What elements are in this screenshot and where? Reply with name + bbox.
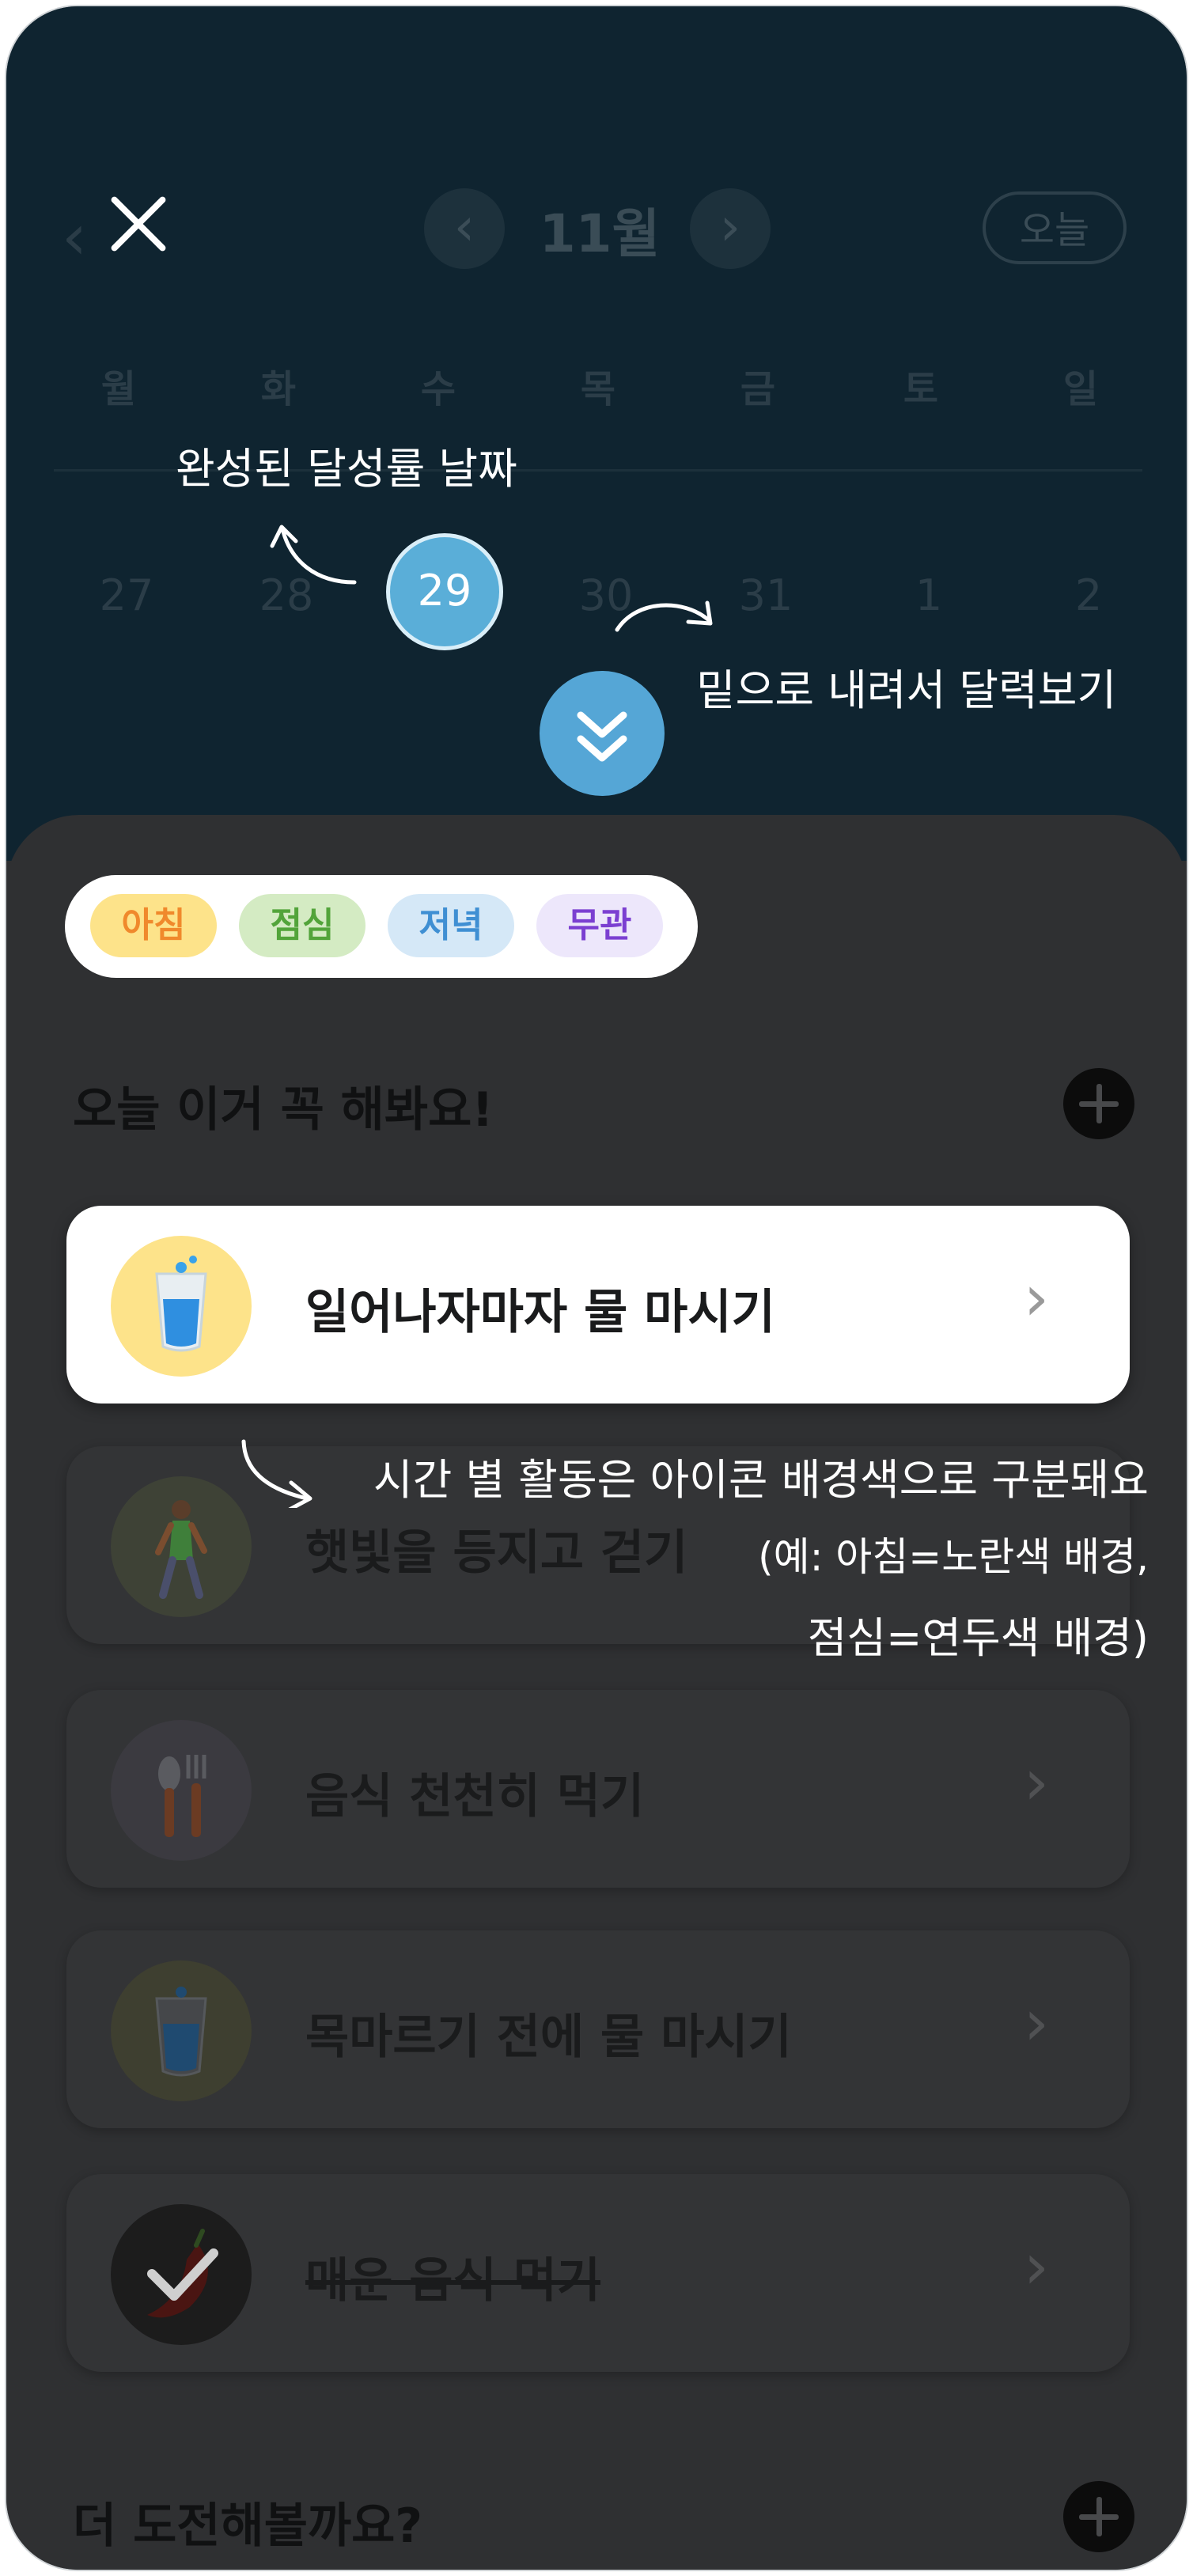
annotation-time-colors: 시간 별 활동은 아이콘 배경색으로 구분돼요 <box>373 1455 1149 1505</box>
annotation-arrow-icon <box>241 1439 312 1508</box>
water-glass-icon <box>111 1960 252 2101</box>
chevron-right-icon: › <box>1024 2229 1049 2303</box>
weekday-label: 일 <box>1062 367 1099 411</box>
weekday-label: 수 <box>420 367 456 411</box>
task-card[interactable]: 일어나자마자 물 마시기 › <box>66 1206 1130 1404</box>
annotation-time-colors: (예: 아침=노란색 배경, <box>758 1534 1149 1580</box>
section-title-more: 더 도전해볼까요? <box>73 2498 423 2554</box>
water-glass-icon <box>111 1236 252 1377</box>
annotation-time-colors: 점심=연두색 배경) <box>807 1613 1149 1663</box>
chevron-right-icon: › <box>1024 1261 1049 1335</box>
task-card[interactable]: 음식 천천히 먹기 › <box>66 1690 1130 1888</box>
filter-chip-lunch[interactable]: 점심 <box>239 894 365 957</box>
phone-screen: ‹ ‹ 11월 › 오늘 월 화 수 목 금 토 일 27 28 29 30 3… <box>5 5 1188 2571</box>
chevron-right-icon: › <box>1024 1986 1049 2059</box>
expand-calendar-button[interactable] <box>540 671 665 796</box>
annotation-completed-date: 완성된 달성률 날짜 <box>176 444 517 494</box>
filter-chip-anytime[interactable]: 무관 <box>536 894 663 957</box>
task-title: 햇빛을 등지고 걷기 <box>305 1525 688 1581</box>
add-more-button[interactable] <box>1063 2481 1134 2552</box>
calendar-day-selected[interactable]: 29 <box>386 533 503 650</box>
weekday-label: 금 <box>740 367 776 411</box>
add-task-button[interactable] <box>1063 1068 1134 1139</box>
section-title-today: 오늘 이거 꼭 해봐요! <box>73 1082 494 1138</box>
month-label: 11월 <box>539 203 661 264</box>
task-title: 목마르기 전에 물 마시기 <box>305 2010 792 2065</box>
calendar-day[interactable]: 27 <box>83 570 170 620</box>
utensils-icon <box>111 1720 252 1861</box>
task-title: 일어나자마자 물 마시기 <box>305 1285 775 1340</box>
annotation-scroll-down: 밑으로 내려서 달력보기 <box>696 665 1117 715</box>
filter-chip-dinner[interactable]: 저녁 <box>388 894 514 957</box>
calendar-day[interactable]: 2 <box>1045 570 1132 620</box>
back-icon[interactable]: ‹ <box>62 200 87 274</box>
task-card[interactable]: 목마르기 전에 물 마시기 › <box>66 1930 1130 2128</box>
task-title-completed: 매운 음식 먹기 <box>305 2253 600 2309</box>
task-title: 음식 천천히 먹기 <box>305 1769 645 1824</box>
annotation-arrow-icon <box>615 600 713 632</box>
weekday-label: 월 <box>100 367 137 411</box>
prev-month-button[interactable]: ‹ <box>424 188 505 269</box>
weekday-label: 토 <box>903 367 939 411</box>
today-button[interactable]: 오늘 <box>983 191 1127 264</box>
close-icon[interactable] <box>105 191 170 256</box>
chevron-right-icon: › <box>1024 1745 1049 1819</box>
calendar-day[interactable]: 1 <box>885 570 972 620</box>
task-card[interactable]: 매운 음식 먹기 › <box>66 2174 1130 2372</box>
next-month-button[interactable]: › <box>690 188 771 269</box>
calendar-day[interactable]: 31 <box>722 570 809 620</box>
walking-person-icon <box>111 1476 252 1617</box>
time-filter-bar: 아침 점심 저녁 무관 <box>65 875 698 978</box>
filter-chip-morning[interactable]: 아침 <box>90 894 217 957</box>
double-chevron-down-icon <box>577 711 627 762</box>
chili-pepper-icon <box>111 2204 252 2345</box>
weekday-label: 목 <box>580 367 616 411</box>
annotation-arrow-icon <box>270 525 357 585</box>
weekday-label: 화 <box>260 367 297 411</box>
